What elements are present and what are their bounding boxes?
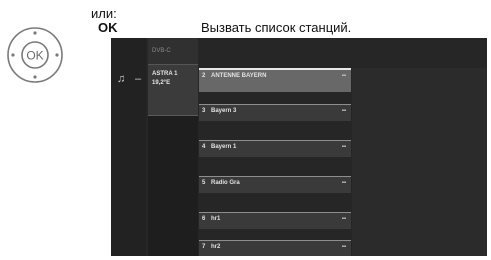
station-row[interactable]: 2 ANTENNE BAYERN ▪▪ [199,68,351,92]
station-row[interactable]: 5 Radio Gra ▪▪ [199,176,351,193]
or-label: или: [91,6,117,21]
station-type-icon: ▪▪ [341,244,346,250]
dash-icon: – [135,73,142,85]
music-note-icon[interactable]: ♫ [117,73,125,85]
mode-icons: ♫ – [113,73,147,89]
station-number: 7 [202,244,206,250]
station-number: 6 [202,216,206,222]
satellite-top-label: DVB-C [152,48,171,54]
station-type-icon: ▪▪ [341,73,346,79]
instruction-description: Вызвать список станций. [201,20,352,35]
satellite-name: ASTRA 1 [152,71,178,77]
station-name: Bayern 3 [211,108,237,114]
station-detail-pane [352,68,487,256]
tv-screen: ♫ – DVB-C ASTRA 1 19,2°E 2 ANTENNE BAYER… [111,38,487,256]
station-row[interactable]: 3 Bayern 3 ▪▪ [199,104,351,121]
satellite-selected-item[interactable]: ASTRA 1 19,2°E [148,65,198,116]
station-type-icon: ▪▪ [341,216,346,222]
station-type-icon: ▪▪ [341,144,346,150]
station-type-icon: ▪▪ [341,180,346,186]
station-number: 4 [202,144,206,150]
station-name: Bayern 1 [211,144,237,150]
satellite-top-item[interactable]: DVB-C [148,38,198,65]
manual-page: OK или: OK Вызвать список станций. ♫ – D… [0,0,491,260]
station-row[interactable]: 7 hr2 ▪▪ [199,240,351,256]
station-name: ANTENNE BAYERN [211,73,267,79]
station-name: hr1 [211,216,221,222]
satellite-column: DVB-C ASTRA 1 19,2°E [148,38,198,256]
station-number: 2 [202,73,206,79]
ok-remote-button: OK [6,26,64,84]
ok-key-label: OK [98,20,118,35]
ok-button-icon: OK [7,27,63,83]
station-row[interactable]: 4 Bayern 1 ▪▪ [199,140,351,157]
station-row[interactable]: 6 hr1 ▪▪ [199,212,351,229]
ok-button-label: OK [26,49,43,63]
station-number: 3 [202,108,206,114]
satellite-position: 19,2°E [152,80,171,86]
station-list: 2 ANTENNE BAYERN ▪▪ 3 Bayern 3 ▪▪ 4 Baye… [199,68,351,256]
left-strip [111,38,146,256]
station-name: hr2 [211,244,221,250]
station-name: Radio Gra [211,180,240,186]
station-type-icon: ▪▪ [341,108,346,114]
station-number: 5 [202,180,206,186]
